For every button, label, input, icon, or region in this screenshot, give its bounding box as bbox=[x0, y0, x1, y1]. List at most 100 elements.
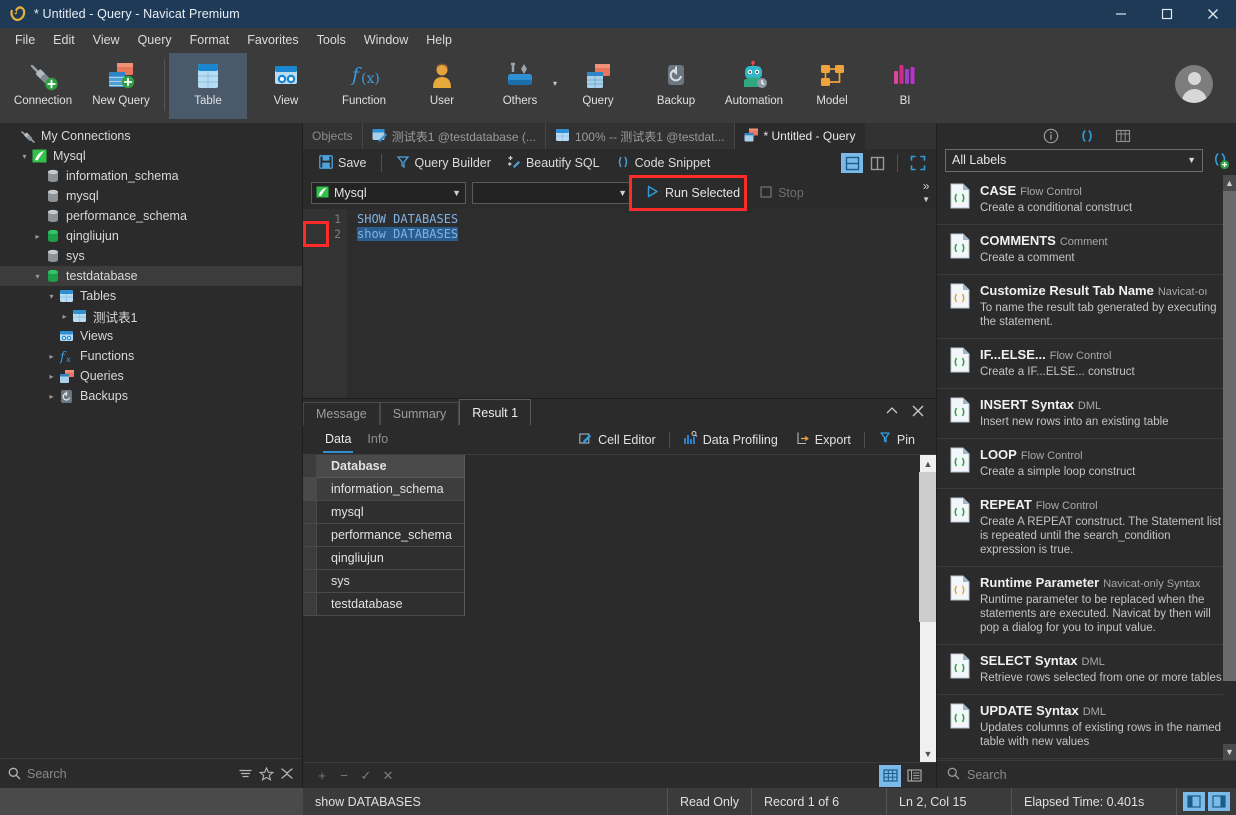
export-button[interactable]: Export bbox=[787, 428, 860, 451]
filter-icon[interactable] bbox=[238, 767, 253, 780]
tree-item-mysql-db[interactable]: mysql bbox=[0, 186, 302, 206]
toolbar-automation[interactable]: Automation bbox=[715, 53, 793, 119]
list-item[interactable]: SELECT Syntax DML Retrieve rows selected … bbox=[937, 645, 1236, 695]
toolbar-query[interactable]: Query bbox=[559, 53, 637, 119]
grid-panel-icon[interactable] bbox=[1114, 127, 1132, 145]
snippets-search-input[interactable]: Search bbox=[967, 768, 1007, 782]
tree-item-sys[interactable]: sys bbox=[0, 246, 302, 266]
grid-vertical-scrollbar[interactable]: ▲ ▼ bbox=[919, 455, 936, 762]
menu-help[interactable]: Help bbox=[417, 30, 461, 50]
scroll-up-icon[interactable]: ▲ bbox=[920, 455, 937, 472]
scroll-down-icon[interactable]: ▼ bbox=[920, 745, 937, 762]
toolbar-connection[interactable]: Connection bbox=[4, 53, 82, 119]
close-icon[interactable] bbox=[911, 404, 925, 421]
tab-table-data[interactable]: 100% -- 测试表1 @testdat... bbox=[546, 123, 735, 149]
menu-query[interactable]: Query bbox=[129, 30, 181, 50]
list-item[interactable]: IF...ELSE... Flow Control Create a IF...E… bbox=[937, 339, 1236, 389]
row-selector[interactable] bbox=[303, 570, 317, 593]
list-item[interactable]: Runtime Parameter Navicat-only Syntax Run… bbox=[937, 567, 1236, 645]
list-item[interactable]: UPDATE Syntax DML Updates columns of exis… bbox=[937, 695, 1236, 759]
tree-item-performance-schema[interactable]: performance_schema bbox=[0, 206, 302, 226]
row-selector[interactable] bbox=[303, 593, 317, 616]
tree-item-testdatabase[interactable]: ▾ testdatabase bbox=[0, 266, 302, 286]
tree-item-mysql[interactable]: ▾ Mysql bbox=[0, 146, 302, 166]
left-panel-icon[interactable] bbox=[1183, 792, 1205, 811]
sql-editor[interactable]: 1 2 SHOW DATABASES show DATABASES bbox=[303, 209, 936, 398]
save-button[interactable]: Save bbox=[311, 152, 375, 175]
tab-message[interactable]: Message bbox=[303, 402, 380, 425]
snippets-list[interactable]: CASE Flow Control Create a conditional co… bbox=[937, 175, 1236, 760]
sidebar-search-input[interactable]: Search bbox=[27, 767, 232, 781]
scroll-up-icon[interactable]: ▲ bbox=[1223, 175, 1236, 191]
labels-select[interactable]: All Labels ▼ bbox=[945, 148, 1203, 172]
tree-item-information-schema[interactable]: information_schema bbox=[0, 166, 302, 186]
toolbar-backup[interactable]: Backup bbox=[637, 53, 715, 119]
database-select[interactable]: ▼ bbox=[472, 182, 632, 204]
menu-favorites[interactable]: Favorites bbox=[238, 30, 307, 50]
scroll-down-icon[interactable]: ▼ bbox=[1223, 744, 1236, 760]
snippets-scrollbar[interactable]: ▲ ▼ bbox=[1223, 175, 1236, 760]
table-row[interactable]: mysql bbox=[303, 501, 919, 524]
tab-untitled-query[interactable]: * Untitled - Query bbox=[734, 123, 865, 149]
row-selector[interactable] bbox=[303, 501, 317, 524]
query-bar-overflow[interactable]: » ▼ bbox=[922, 180, 936, 204]
minimize-button[interactable] bbox=[1098, 0, 1144, 28]
toolbar-user[interactable]: User bbox=[403, 53, 481, 119]
chevron-up-icon[interactable] bbox=[885, 404, 899, 421]
cell-database[interactable]: qingliujun bbox=[317, 547, 465, 570]
list-item[interactable]: WHILEFlow Control Create a WHILE constru… bbox=[937, 759, 1236, 760]
grid-view-icon[interactable] bbox=[879, 764, 901, 787]
cell-database[interactable]: sys bbox=[317, 570, 465, 593]
tab-result-1[interactable]: Result 1 bbox=[459, 399, 532, 425]
avatar[interactable] bbox=[1175, 65, 1213, 103]
row-selector[interactable] bbox=[303, 524, 317, 547]
list-item[interactable]: Customize Result Tab Name Navicat-oı To n… bbox=[937, 275, 1236, 339]
data-profiling-button[interactable]: Data Profiling bbox=[674, 428, 787, 451]
tab-objects[interactable]: Objects bbox=[303, 123, 363, 149]
form-view-icon[interactable] bbox=[903, 765, 925, 787]
tree-arrow-right-icon[interactable]: ▸ bbox=[45, 352, 58, 361]
toolbar-new-query[interactable]: New Query bbox=[82, 53, 160, 119]
table-row[interactable]: sys bbox=[303, 570, 919, 593]
tab-summary[interactable]: Summary bbox=[379, 402, 460, 425]
add-snippet-icon[interactable] bbox=[1209, 149, 1231, 171]
chevron-down-icon[interactable]: ▾ bbox=[553, 79, 557, 88]
tree-item-my-connections[interactable]: My Connections bbox=[0, 126, 302, 146]
column-header-database[interactable]: Database bbox=[317, 455, 465, 478]
apply-changes-button[interactable]: ✓ bbox=[355, 765, 377, 787]
toolbar-model[interactable]: Model bbox=[793, 53, 871, 119]
pin-button[interactable]: Pin bbox=[869, 428, 924, 451]
tab-table-designer[interactable]: 测试表1 @testdatabase (... bbox=[363, 123, 546, 149]
remove-record-button[interactable]: − bbox=[333, 765, 355, 787]
cell-editor-button[interactable]: Cell Editor bbox=[570, 428, 665, 451]
table-row[interactable]: qingliujun bbox=[303, 547, 919, 570]
tree-arrow-down-icon[interactable]: ▾ bbox=[45, 292, 58, 301]
stop-button[interactable]: Stop bbox=[754, 184, 810, 203]
row-selector[interactable] bbox=[303, 547, 317, 570]
maximize-button[interactable] bbox=[1144, 0, 1190, 28]
collapse-all-icon[interactable] bbox=[280, 767, 294, 780]
tree-item-functions[interactable]: ▸ fx Functions bbox=[0, 346, 302, 366]
menu-window[interactable]: Window bbox=[355, 30, 417, 50]
query-builder-button[interactable]: Query Builder bbox=[388, 152, 499, 175]
toolbar-others[interactable]: Others ▾ bbox=[481, 53, 559, 119]
code-snippet-button[interactable]: Code Snippet bbox=[608, 152, 719, 175]
menu-format[interactable]: Format bbox=[181, 30, 239, 50]
cell-database[interactable]: information_schema bbox=[317, 478, 465, 501]
cell-database[interactable]: testdatabase bbox=[317, 593, 465, 616]
list-item[interactable]: INSERT Syntax DML Insert new rows into an… bbox=[937, 389, 1236, 439]
toolbar-table[interactable]: Table bbox=[169, 53, 247, 119]
close-button[interactable] bbox=[1190, 0, 1236, 28]
info-icon[interactable] bbox=[1042, 127, 1060, 145]
snippet-icon[interactable] bbox=[1078, 127, 1096, 145]
tree-arrow-down-icon[interactable]: ▾ bbox=[31, 272, 44, 281]
tab-data[interactable]: Data bbox=[317, 427, 359, 453]
cancel-changes-button[interactable]: ✕ bbox=[377, 765, 399, 787]
beautify-sql-button[interactable]: Beautify SQL bbox=[499, 152, 608, 175]
run-selected-button[interactable]: Run Selected bbox=[638, 183, 748, 203]
list-item[interactable]: COMMENTS Comment Create a comment bbox=[937, 225, 1236, 275]
scroll-thumb[interactable] bbox=[1223, 191, 1236, 681]
tree-item-table-ceshibiao1[interactable]: ▸ 测试表1 bbox=[0, 306, 302, 326]
editor-code[interactable]: SHOW DATABASES show DATABASES bbox=[347, 209, 936, 398]
toolbar-view[interactable]: View bbox=[247, 53, 325, 119]
